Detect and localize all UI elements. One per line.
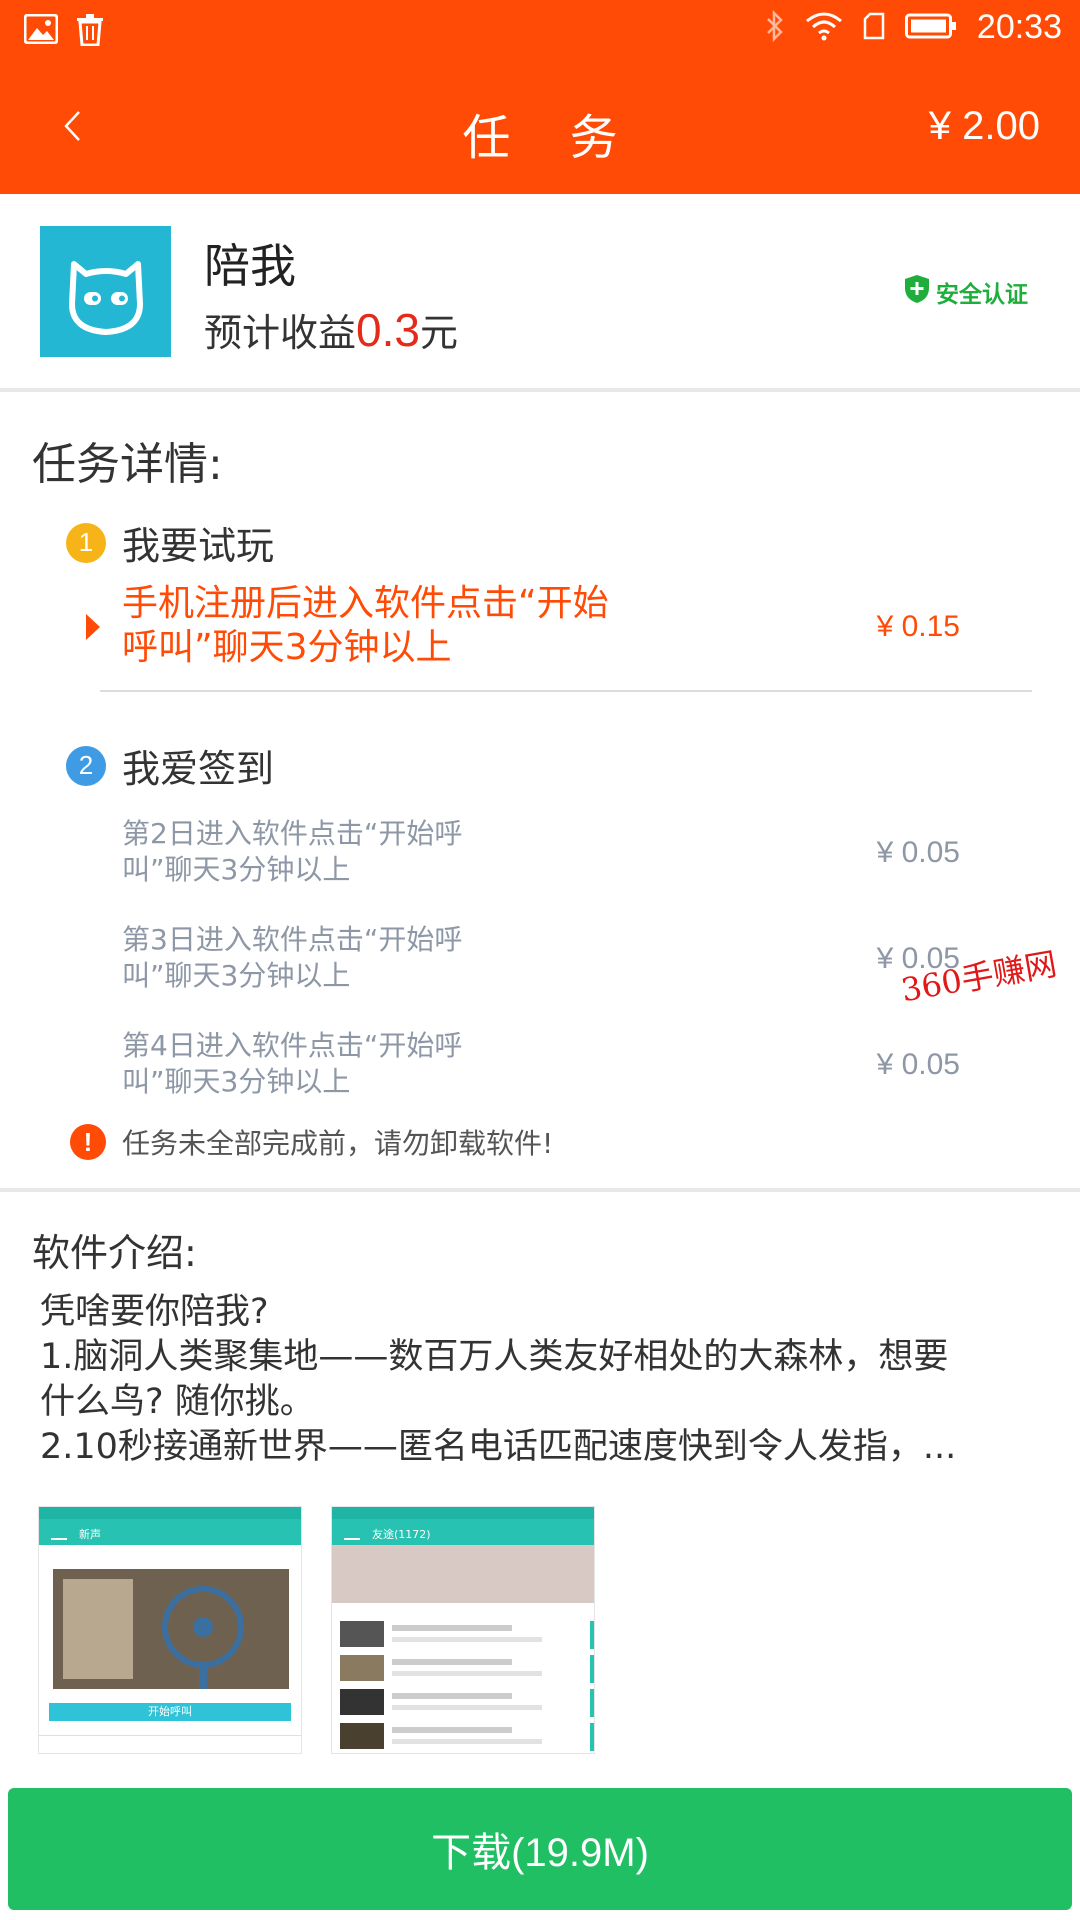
divider xyxy=(0,1188,1080,1192)
task-reward: ¥ 0.05 xyxy=(876,1048,960,1081)
task-row[interactable]: 第2日进入软件点击“开始呼 叫”聊天3分钟以上 ¥ 0.05 xyxy=(0,816,1080,890)
status-bar: 20:33 xyxy=(0,0,1080,62)
sim-icon xyxy=(863,12,885,44)
trash-icon xyxy=(76,14,104,50)
task-reward: ¥ 0.15 xyxy=(876,610,960,643)
shield-icon xyxy=(904,274,930,310)
alert-icon: ! xyxy=(70,1124,106,1160)
screenshot-title: 友途(1172) xyxy=(372,1528,431,1541)
task-row[interactable]: 手机注册后进入软件点击“开始 呼叫”聊天3分钟以上 ¥ 0.15 xyxy=(0,582,1080,674)
task-details-title: 任务详情: xyxy=(32,439,223,490)
intro-text: 凭啥要你陪我? 1.脑洞人类聚集地——数百万人类友好相处的大森林，想要 什么鸟?… xyxy=(40,1292,957,1467)
intro-title: 软件介绍: xyxy=(32,1231,197,1275)
step-2-header: 2 我爱签到 xyxy=(66,738,274,793)
battery-icon xyxy=(904,12,957,44)
app-bar: 任 务 ¥ 2.00 xyxy=(0,62,1080,194)
uninstall-warning: ! 任务未全部完成前，请勿卸载软件! xyxy=(70,1122,553,1162)
status-time: 20:33 xyxy=(976,8,1062,46)
task-reward: ¥ 0.05 xyxy=(876,836,960,869)
current-task-arrow-icon xyxy=(86,614,100,640)
app-name: 陪我 xyxy=(204,239,296,293)
page-title: 任 务 xyxy=(462,110,640,166)
step-1-header: 1 我要试玩 xyxy=(66,515,274,570)
app-screenshot-1[interactable]: 新声 开始呼叫 xyxy=(38,1506,302,1754)
download-button[interactable]: 下载(19.9M) xyxy=(8,1788,1072,1910)
task-description: 第4日进入软件点击“开始呼 叫”聊天3分钟以上 xyxy=(122,1029,463,1098)
earn-label: 预计收益 xyxy=(204,311,357,355)
step-1-badge: 1 xyxy=(66,522,106,563)
app-info-card: 陪我 预计收益0.3元 安全认证 xyxy=(0,194,1080,388)
step-2-label: 我爱签到 xyxy=(122,747,275,791)
screenshot-title: 新声 xyxy=(79,1528,101,1541)
earn-amount: 0.3 xyxy=(356,304,420,356)
task-row[interactable]: 第4日进入软件点击“开始呼 叫”聊天3分钟以上 ¥ 0.05 xyxy=(0,1028,1080,1102)
expected-earnings: 预计收益0.3元 xyxy=(204,302,458,357)
divider xyxy=(0,388,1080,392)
step-1-label: 我要试玩 xyxy=(122,524,275,568)
balance-display: ¥ 2.00 xyxy=(928,104,1040,148)
earn-unit: 元 xyxy=(419,311,458,355)
task-description: 第3日进入软件点击“开始呼 叫”聊天3分钟以上 xyxy=(122,923,463,992)
app-logo xyxy=(40,226,171,357)
screenshot-call-button: 开始呼叫 xyxy=(49,1703,291,1721)
screenshot-banner xyxy=(332,1545,594,1603)
wifi-icon xyxy=(805,11,843,45)
task-description: 手机注册后进入软件点击“开始 呼叫”聊天3分钟以上 xyxy=(122,583,609,668)
divider xyxy=(100,690,1032,692)
step-2-badge: 2 xyxy=(66,745,106,786)
screenshot-photo xyxy=(53,1569,289,1689)
warning-text: 任务未全部完成前，请勿卸载软件! xyxy=(122,1127,554,1160)
app-screenshot-2[interactable]: 友途(1172) xyxy=(331,1506,595,1754)
bluetooth-icon xyxy=(765,9,785,46)
security-badge: 安全认证 xyxy=(904,274,1028,310)
gallery-icon xyxy=(23,13,59,50)
security-label: 安全认证 xyxy=(936,282,1028,308)
screenshot-list xyxy=(332,1607,594,1753)
task-description: 第2日进入软件点击“开始呼 叫”聊天3分钟以上 xyxy=(122,817,463,886)
menu-icon xyxy=(51,1538,67,1548)
